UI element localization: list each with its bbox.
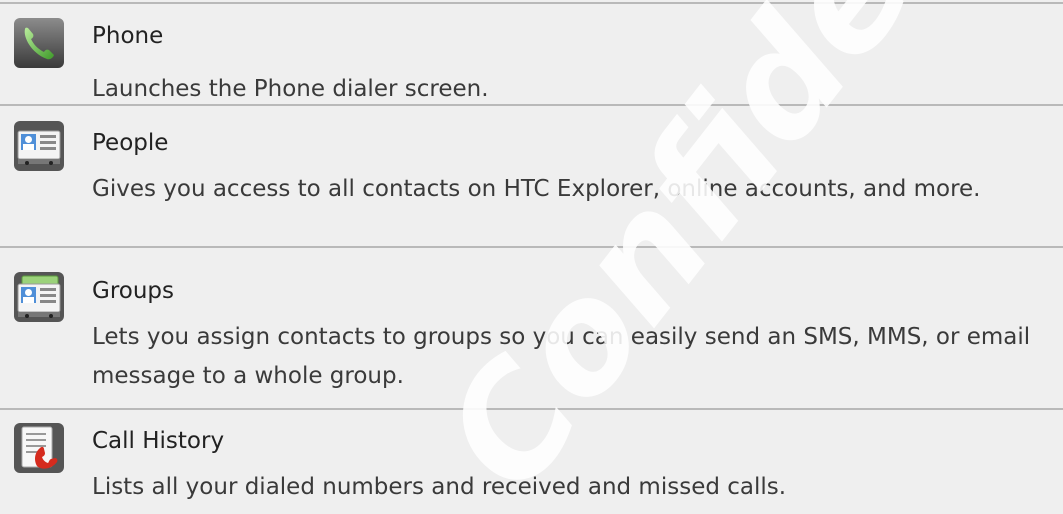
people-icon	[13, 120, 65, 172]
groups-icon	[13, 271, 65, 323]
phone-icon	[13, 17, 65, 69]
table-row-groups: Groups Lets you assign contacts to group…	[0, 246, 1063, 408]
row-description: Lets you assign contacts to groups so yo…	[92, 324, 1031, 389]
call-history-icon	[13, 422, 65, 474]
table-row-phone: Phone Launches the Phone dialer screen.	[0, 2, 1063, 104]
row-title: Groups	[92, 278, 175, 304]
row-description: Lists all your dialed numbers and receiv…	[92, 474, 787, 500]
table-row-people: People Gives you access to all contacts …	[0, 104, 1063, 246]
feature-table: Phone Launches the Phone dialer screen. …	[0, 0, 1063, 514]
row-title: People	[92, 130, 169, 156]
row-title: Phone	[92, 23, 164, 49]
table-row-call-history: Call History Lists all your dialed numbe…	[0, 408, 1063, 514]
row-description: Gives you access to all contacts on HTC …	[92, 176, 981, 202]
row-title: Call History	[92, 428, 225, 454]
